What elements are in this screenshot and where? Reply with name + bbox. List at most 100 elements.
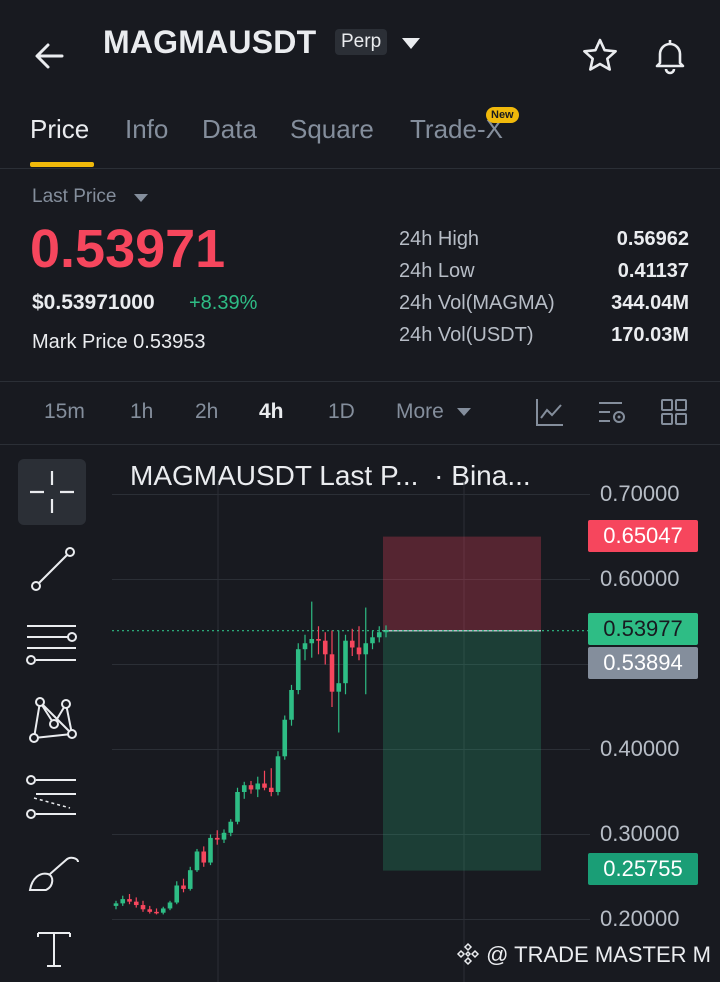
text-icon[interactable]: [34, 928, 74, 970]
candle-body: [309, 639, 315, 644]
caret-down-icon[interactable]: [457, 408, 471, 416]
candle-body: [322, 640, 328, 655]
candle-body: [174, 885, 180, 903]
y-axis-label: 0.60000: [600, 566, 680, 591]
candle-body: [241, 785, 247, 792]
candle-body: [255, 783, 261, 790]
candle-body: [289, 690, 294, 720]
divider: [0, 444, 720, 445]
y-axis-label: 0.70000: [600, 481, 680, 506]
stat-value: 170.03M: [611, 324, 689, 346]
candle-body: [295, 649, 301, 690]
caret-down-icon[interactable]: [402, 38, 420, 49]
candle-body: [181, 885, 186, 889]
timeframe-more[interactable]: More: [396, 400, 444, 424]
candle-body: [383, 630, 389, 633]
timeframe-15m[interactable]: 15m: [44, 400, 85, 424]
candle-body: [302, 643, 308, 650]
mark-price-value: 0.53953: [133, 331, 206, 353]
mark-price-label: Mark Price: [32, 331, 128, 353]
candle-body: [221, 832, 227, 840]
stat-row-vol-magma: 24h Vol(MAGMA) 344.04M: [399, 292, 689, 324]
candle-body: [248, 785, 254, 790]
stat-value: 344.04M: [611, 292, 689, 314]
timeframe-1d[interactable]: 1D: [328, 400, 355, 424]
stat-row-24h-low: 24h Low 0.41137: [399, 260, 689, 292]
last-price-label[interactable]: Last Price: [32, 186, 116, 208]
brush-icon[interactable]: [26, 852, 82, 896]
last-price-value: 0.53971: [30, 219, 226, 279]
candle-body: [140, 905, 146, 910]
stats-panel: 24h High 0.56962 24h Low 0.41137 24h Vol…: [399, 228, 689, 356]
bell-icon[interactable]: [650, 36, 690, 76]
back-arrow-icon[interactable]: [30, 36, 70, 76]
candle-body: [356, 647, 362, 655]
active-tab-indicator: [30, 162, 94, 167]
tab-square[interactable]: Square: [290, 114, 374, 145]
fib-levels-icon[interactable]: [24, 620, 80, 670]
trendline-icon[interactable]: [28, 544, 78, 594]
candle-body: [214, 837, 220, 840]
candle-body: [154, 911, 159, 914]
candle-body: [113, 903, 119, 906]
take-profit-price-tag: 0.25755: [588, 853, 698, 885]
top-header: MAGMAUSDT Perp: [0, 0, 720, 110]
candle-body: [370, 637, 375, 644]
main-tabs: Price Info Data Square Trade-X: [0, 110, 720, 169]
stat-label: 24h Vol(MAGMA): [399, 292, 555, 314]
candle-body: [363, 643, 369, 655]
candle-body: [201, 851, 207, 863]
symbol-title[interactable]: MAGMAUSDT: [103, 24, 316, 61]
candle-body: [282, 719, 288, 757]
stop-loss-price-tag: 0.65047: [588, 520, 698, 552]
y-axis-label: 0.40000: [600, 736, 680, 761]
star-icon[interactable]: [580, 36, 620, 76]
watermark: @ TRADE MASTER M: [456, 942, 711, 968]
candle-body: [235, 792, 240, 822]
divider: [0, 381, 720, 382]
timeframe-2h[interactable]: 2h: [195, 400, 218, 424]
candle-body: [336, 683, 342, 692]
candle-body: [343, 640, 348, 684]
mark-price: Mark Price 0.53953: [32, 331, 205, 354]
stat-value: 0.56962: [616, 228, 689, 250]
mark-price-tag: 0.53894: [588, 647, 698, 679]
pattern-icon[interactable]: [26, 694, 80, 746]
timeframe-1h[interactable]: 1h: [130, 400, 153, 424]
candle-body: [133, 901, 139, 906]
tab-price[interactable]: Price: [30, 114, 89, 145]
candle-body: [127, 899, 132, 902]
layout-grid-icon[interactable]: [660, 398, 688, 426]
price-change: +8.39%: [189, 292, 258, 314]
stat-label: 24h High: [399, 228, 480, 250]
binance-logo-icon: [456, 942, 480, 966]
candle-body: [187, 870, 193, 889]
perp-badge: Perp: [335, 29, 388, 55]
y-axis-label: 0.30000: [600, 821, 680, 846]
tab-data[interactable]: Data: [202, 114, 257, 145]
candle-body: [167, 902, 173, 909]
candle-body: [160, 908, 166, 913]
watermark-text: @ TRADE MASTER M: [486, 942, 711, 967]
candle-body: [208, 837, 213, 863]
projection-icon[interactable]: [24, 772, 80, 822]
caret-down-icon[interactable]: [134, 194, 148, 202]
last-price-tag: 0.53977: [588, 613, 698, 645]
indicator-icon[interactable]: [534, 396, 566, 428]
usd-price: $0.53971000: [32, 291, 155, 314]
candle-body: [262, 783, 267, 788]
candle-body: [349, 640, 355, 648]
stat-label: 24h Low: [399, 260, 475, 282]
crosshair-tool[interactable]: [18, 459, 86, 525]
timeframe-4h[interactable]: 4h: [259, 400, 284, 424]
crosshair-icon: [30, 471, 74, 513]
stat-row-24h-high: 24h High 0.56962: [399, 228, 689, 260]
candle-body: [228, 821, 234, 833]
stat-row-vol-usdt: 24h Vol(USDT) 170.03M: [399, 324, 689, 356]
candle-body: [275, 756, 281, 792]
settings-icon[interactable]: [596, 398, 628, 428]
tab-info[interactable]: Info: [125, 114, 168, 145]
candle-body: [268, 787, 274, 792]
stat-value: 0.41137: [617, 260, 689, 282]
stat-label: 24h Vol(USDT): [399, 324, 534, 346]
